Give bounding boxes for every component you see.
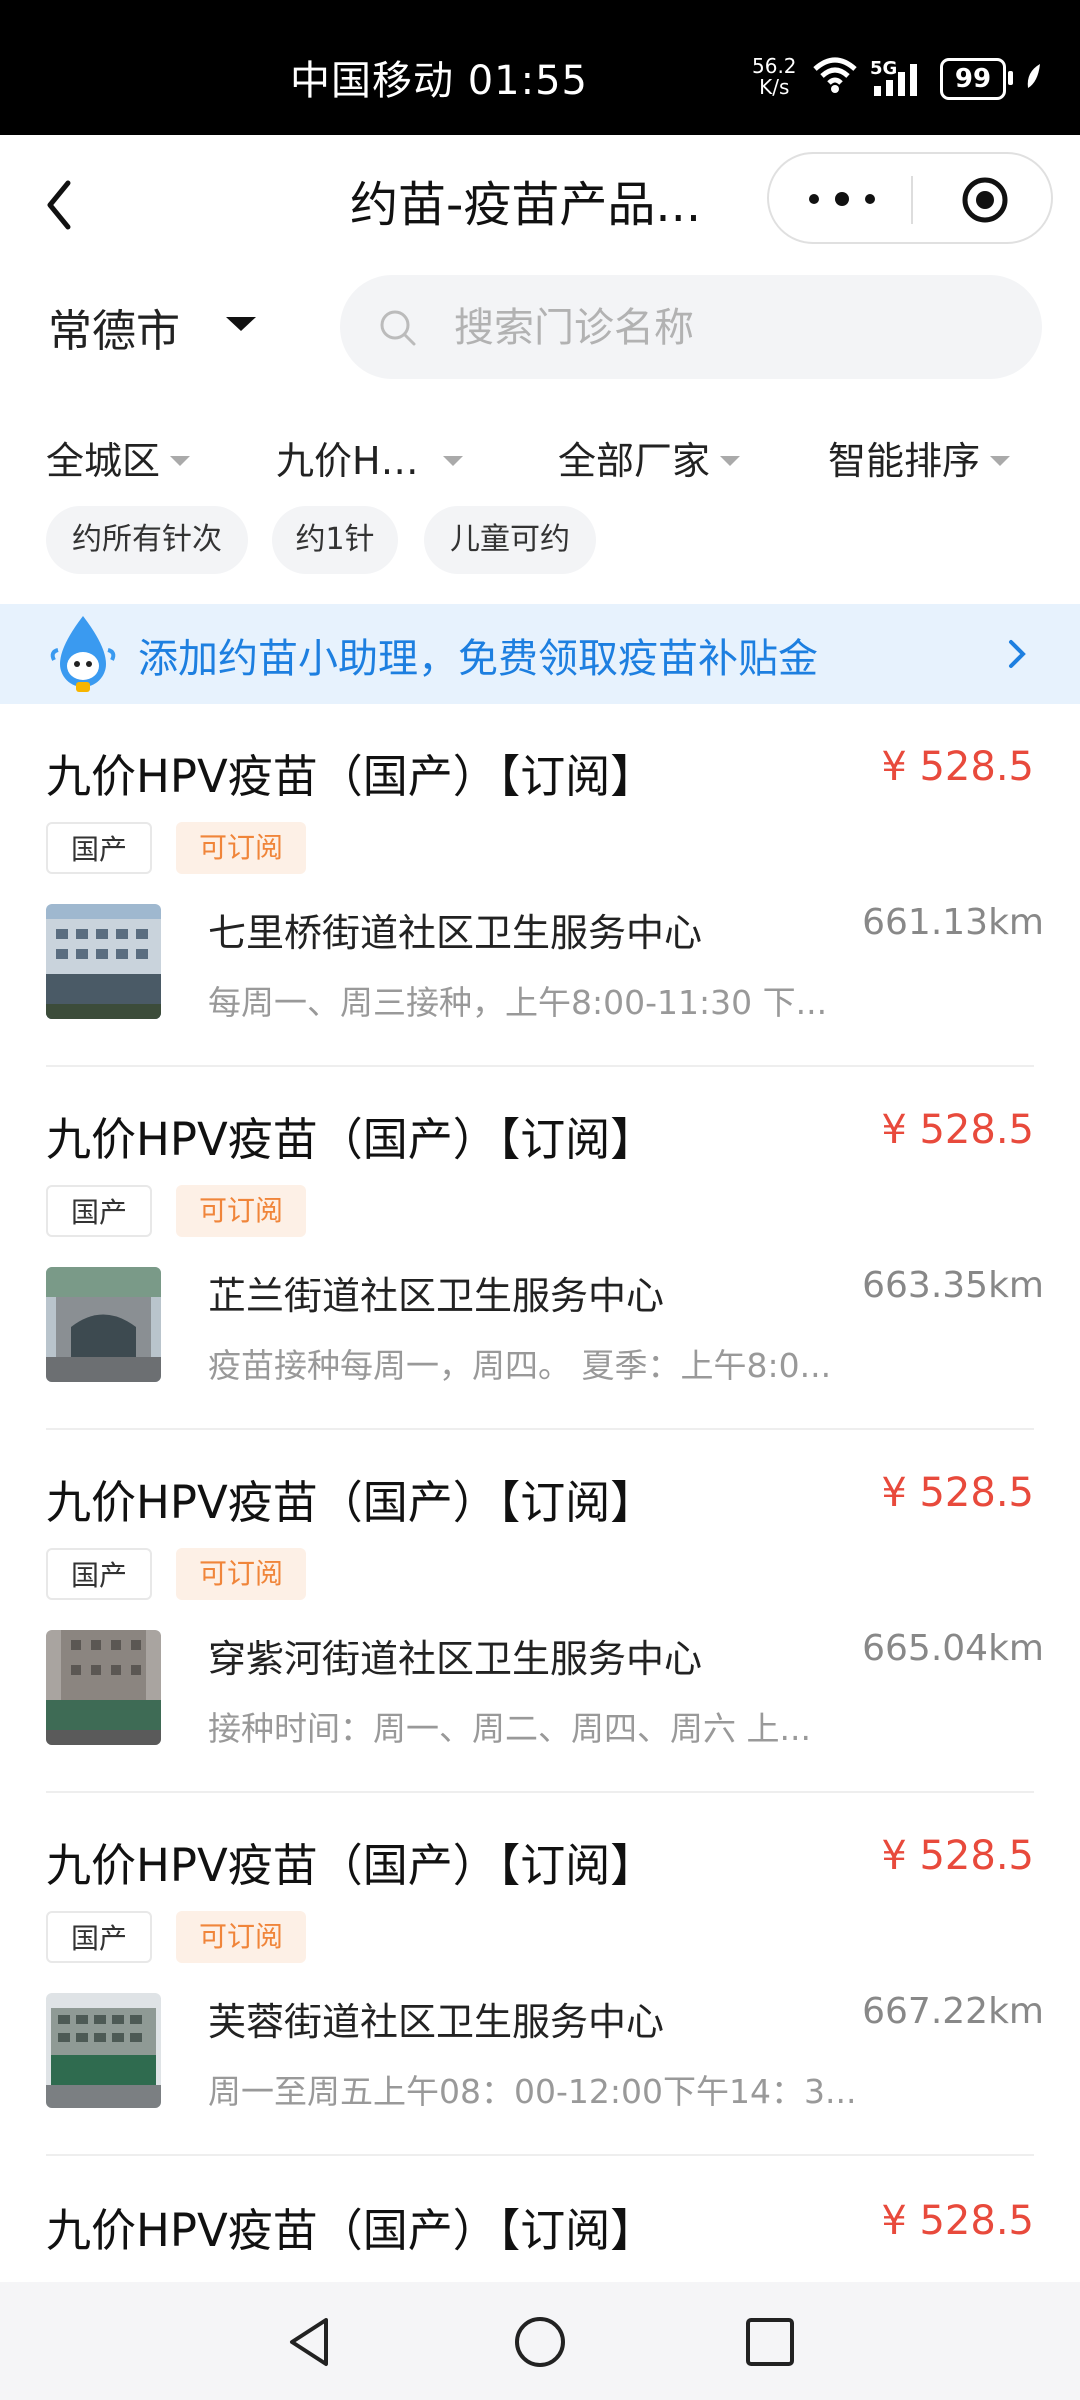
vaccine-title: 九价HPV疫苗（国产）【订阅】 [46, 1476, 656, 1529]
vaccine-price: ¥ 528.5 [881, 1470, 1034, 1516]
signal-icon [874, 64, 917, 96]
vaccine-price: ¥ 528.5 [881, 744, 1034, 790]
clinic-hours: 疫苗接种每周一，周四。 夏季：上午8:0... [208, 1346, 832, 1385]
chip-children[interactable]: 儿童可约 [424, 506, 596, 574]
clinic-name: 芙蓉街道社区卫生服务中心 [208, 2000, 665, 2044]
tag-subscribable: 可订阅 [176, 822, 306, 874]
filter-label: 全城区 [46, 439, 161, 483]
search-input[interactable] [452, 289, 1016, 367]
more-icon[interactable] [809, 192, 879, 208]
vaccine-card[interactable]: 九价HPV疫苗（国产）【订阅】 ¥ 528.5 国产 可订阅 芙蓉街道社区卫生服… [0, 1793, 1080, 2156]
search-icon [380, 310, 416, 346]
vaccine-card[interactable]: 九价HPV疫苗（国产）【订阅】 ¥ 528.5 [0, 2158, 1080, 2288]
system-nav-bar [0, 2282, 1080, 2400]
target-icon[interactable] [961, 176, 1009, 224]
tag-domestic: 国产 [46, 1548, 152, 1600]
tag-domestic: 国产 [46, 822, 152, 874]
battery-icon: 99 [940, 58, 1013, 100]
filter-manufacturer[interactable]: 全部厂家 [558, 430, 741, 485]
clinic-photo [46, 1993, 161, 2108]
quick-filter-chips: 约所有针次 约1针 儿童可约 [0, 506, 1080, 576]
search-box[interactable] [340, 275, 1042, 379]
filter-label: 智能排序 [828, 439, 981, 483]
chip-one-dose[interactable]: 约1针 [272, 506, 398, 574]
vaccine-title: 九价HPV疫苗（国产）【订阅】 [46, 1839, 656, 1892]
assistant-banner[interactable]: 添加约苗小助理，免费领取疫苗补贴金 [0, 604, 1080, 704]
clinic-hours: 接种时间：周一、周二、周四、周六 上... [208, 1709, 811, 1748]
back-icon[interactable] [40, 175, 80, 235]
tag-subscribable: 可订阅 [176, 1185, 306, 1237]
city-selector[interactable]: 常德市 [48, 295, 180, 359]
clinic-distance: 663.35km [862, 1265, 1044, 1306]
carrier-time: 中国移动 01:55 [290, 58, 588, 104]
status-bar: 中国移动 01:55 56.2 K/s 5G 99 [0, 0, 1080, 135]
dropdown-icon [442, 455, 463, 466]
clinic-photo [46, 1267, 161, 1382]
clinic-distance: 667.22km [862, 1991, 1044, 2032]
vaccine-card[interactable]: 九价HPV疫苗（国产）【订阅】 ¥ 528.5 国产 可订阅 芷兰街道社区卫生服… [0, 1067, 1080, 1430]
vaccine-price: ¥ 528.5 [881, 1833, 1034, 1879]
chevron-right-icon [1009, 640, 1026, 668]
clinic-distance: 665.04km [862, 1628, 1044, 1669]
clinic-distance: 661.13km [862, 902, 1044, 943]
tag-domestic: 国产 [46, 1185, 152, 1237]
net-speed-value: 56.2 [752, 54, 797, 78]
filter-bar: 全城区 九价H… 全部厂家 智能排序 [0, 430, 1080, 490]
clinic-hours: 每周一、周三接种，上午8:00-11:30 下... [208, 983, 828, 1022]
filter-label: 九价H… [276, 439, 419, 483]
filter-sort[interactable]: 智能排序 [828, 430, 1011, 485]
tag-subscribable: 可订阅 [176, 1911, 306, 1963]
banner-text: 添加约苗小助理，免费领取疫苗补贴金 [138, 636, 818, 682]
filter-vaccine[interactable]: 九价H… [276, 430, 463, 485]
filter-label: 全部厂家 [558, 439, 711, 483]
leaf-icon [1027, 64, 1040, 88]
page-title: 约苗-疫苗产品... [350, 177, 702, 233]
city-search-row: 常德市 [0, 275, 1080, 385]
vaccine-price: ¥ 528.5 [881, 1107, 1034, 1153]
filter-district[interactable]: 全城区 [46, 430, 191, 485]
nav-home-icon[interactable] [512, 2314, 568, 2370]
dropdown-icon[interactable] [226, 317, 256, 331]
vaccine-card[interactable]: 九价HPV疫苗（国产）【订阅】 ¥ 528.5 国产 可订阅 七里桥街道社区卫生… [0, 704, 1080, 1067]
clinic-photo [46, 1630, 161, 1745]
vaccine-title: 九价HPV疫苗（国产）【订阅】 [46, 750, 656, 803]
nav-bar: 约苗-疫苗产品... [0, 135, 1080, 270]
mascot-icon [50, 616, 116, 692]
net-speed: 56.2 K/s [752, 56, 797, 98]
wifi-icon [813, 57, 857, 93]
clinic-name: 七里桥街道社区卫生服务中心 [208, 911, 703, 955]
capsule-menu [767, 152, 1053, 244]
chip-all-doses[interactable]: 约所有针次 [46, 506, 248, 574]
nav-recents-icon[interactable] [742, 2314, 798, 2370]
clinic-name: 芷兰街道社区卫生服务中心 [208, 1274, 665, 1318]
net-speed-unit: K/s [759, 75, 790, 99]
clinic-name: 穿紫河街道社区卫生服务中心 [208, 1637, 703, 1681]
clinic-photo [46, 904, 161, 1019]
capsule-divider [911, 176, 913, 224]
vaccine-price: ¥ 528.5 [881, 2198, 1034, 2244]
vaccine-card[interactable]: 九价HPV疫苗（国产）【订阅】 ¥ 528.5 国产 可订阅 穿紫河街道社区卫生… [0, 1430, 1080, 1793]
dropdown-icon [720, 455, 741, 466]
clinic-hours: 周一至周五上午08：00-12:00下午14：3... [208, 2072, 857, 2111]
dropdown-icon [990, 455, 1011, 466]
vaccine-title: 九价HPV疫苗（国产）【订阅】 [46, 1113, 656, 1166]
vaccine-title: 九价HPV疫苗（国产）【订阅】 [46, 2204, 656, 2257]
divider [46, 2154, 1034, 2156]
tag-subscribable: 可订阅 [176, 1548, 306, 1600]
tag-domestic: 国产 [46, 1911, 152, 1963]
dropdown-icon [170, 455, 191, 466]
nav-back-icon[interactable] [282, 2314, 338, 2370]
